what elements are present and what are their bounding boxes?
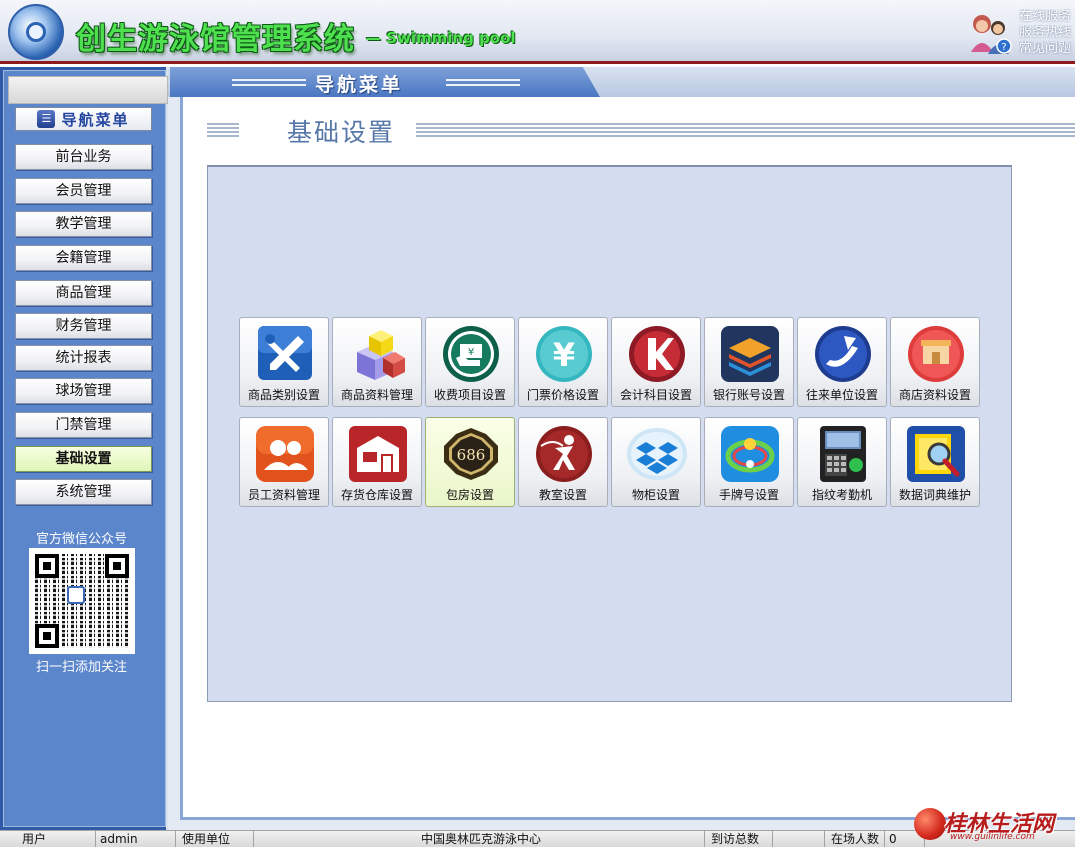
- tile-label: 商店资料设置: [898, 388, 971, 402]
- sidebar-item-courts[interactable]: 球场管理: [15, 378, 152, 404]
- watermark-logo-icon: [914, 808, 946, 840]
- service-hotline-link[interactable]: 服务热线: [1019, 25, 1075, 41]
- tile-accounting-subjects[interactable]: 会计科目设置: [611, 317, 701, 407]
- tile-label: 商品类别设置: [247, 388, 320, 402]
- watermark-url: www.guilinlife.com: [950, 832, 1035, 842]
- tile-staff-data[interactable]: 员工资料管理: [239, 417, 329, 507]
- app-title: 创生游泳馆管理系统: [76, 22, 355, 57]
- status-visits-label: 到访总数: [705, 831, 773, 847]
- tile-label: 数据词典维护: [898, 488, 971, 502]
- status-present-label: 在场人数: [825, 831, 885, 847]
- wristband-icon: [721, 426, 779, 482]
- sidebar-item-reports[interactable]: 统计报表: [15, 345, 152, 371]
- tile-label: 指纹考勤机: [811, 488, 872, 502]
- title-stripe-left: [207, 123, 239, 139]
- sidebar-item-teaching[interactable]: 教学管理: [15, 211, 152, 237]
- yen-icon: ¥: [536, 326, 592, 382]
- main-tabstrip: 导航菜单: [168, 67, 1075, 97]
- nav-menu-icon: ☰: [37, 110, 56, 128]
- tile-private-room[interactable]: 686 包房设置: [425, 417, 515, 507]
- boxes-icon: [357, 330, 405, 380]
- tile-label: 存货仓库设置: [340, 488, 413, 502]
- customer-service-icon: ?: [971, 15, 1012, 54]
- sidebar-item-access[interactable]: 门禁管理: [15, 412, 152, 438]
- nav-menu-header-label: 导航菜单: [61, 110, 130, 129]
- title-stripe-right: [416, 123, 1075, 139]
- status-user-label: 用户: [0, 831, 96, 847]
- tile-classroom[interactable]: 教室设置: [518, 417, 608, 507]
- layers-icon: [721, 326, 779, 382]
- main-tab-title: 导航菜单: [315, 74, 404, 96]
- tile-label: 员工资料管理: [247, 488, 320, 502]
- wechat-qr-code: [29, 548, 135, 654]
- room-686-icon: 686: [444, 428, 498, 480]
- faq-link[interactable]: 常见问题: [1019, 41, 1075, 57]
- wechat-title: 官方微信公众号: [35, 532, 127, 547]
- main-content: 基础设置 商品类别设置 商品资料管理 ¥ 收费项目设置 ¥ 门票价格设置 会计科…: [180, 97, 1075, 820]
- status-org-label: 使用单位: [176, 831, 254, 847]
- tile-partner-units[interactable]: 往来单位设置: [797, 317, 887, 407]
- service-links: 在线服务 服务热线 常见问题: [1019, 9, 1075, 57]
- main-frame: 导航菜单 基础设置 商品类别设置 商品资料管理 ¥ 收费项目设置 ¥ 门票价格设…: [168, 67, 1075, 830]
- svg-text:¥: ¥: [468, 347, 474, 358]
- tile-label: 门票价格设置: [526, 388, 599, 402]
- sidebar-topbar: [8, 76, 168, 104]
- tile-label: 手牌号设置: [718, 488, 779, 502]
- wechat-hint: 扫一扫添加关注: [35, 660, 127, 675]
- dictionary-search-icon: [907, 426, 965, 482]
- warehouse-icon: [349, 426, 407, 482]
- sidebar-item-front-desk[interactable]: 前台业务: [15, 144, 152, 170]
- tile-label: 往来单位设置: [805, 388, 878, 402]
- nav-menu-header[interactable]: ☰ 导航菜单: [15, 107, 152, 131]
- svg-text:686: 686: [457, 446, 486, 464]
- sidebar-item-products[interactable]: 商品管理: [15, 280, 152, 306]
- sidebar: ☰ 导航菜单 前台业务 会员管理 教学管理 会籍管理 商品管理 财务管理 统计报…: [0, 67, 168, 830]
- svg-text:?: ?: [1001, 42, 1006, 53]
- tile-product-category[interactable]: 商品类别设置: [239, 317, 329, 407]
- tile-label: 物柜设置: [631, 488, 680, 502]
- classroom-icon: [536, 426, 592, 482]
- svg-text:¥: ¥: [553, 336, 575, 374]
- tile-wristband[interactable]: 手牌号设置: [704, 417, 794, 507]
- tile-label: 包房设置: [445, 488, 494, 502]
- tile-ticket-price[interactable]: ¥ 门票价格设置: [518, 317, 608, 407]
- tile-shop-data[interactable]: 商店资料设置: [890, 317, 980, 407]
- sidebar-item-system[interactable]: 系统管理: [15, 479, 152, 505]
- status-org-value: 中国奥林匹克游泳中心: [254, 831, 705, 847]
- fingerprint-device-icon: [820, 426, 866, 482]
- app-subtitle: — Swimming pool: [366, 29, 516, 47]
- sidebar-item-members[interactable]: 会员管理: [15, 178, 152, 204]
- shop-icon: [908, 326, 964, 382]
- cash-hand-icon: ¥: [443, 326, 499, 382]
- tile-product-data[interactable]: 商品资料管理: [332, 317, 422, 407]
- dropbox-icon: [627, 428, 687, 480]
- tile-label: 商品资料管理: [340, 388, 413, 402]
- online-service-link[interactable]: 在线服务: [1019, 9, 1075, 25]
- users-icon: [256, 426, 314, 482]
- tile-warehouse[interactable]: 存货仓库设置: [332, 417, 422, 507]
- tile-label: 会计科目设置: [619, 388, 692, 402]
- sidebar-item-membership[interactable]: 会籍管理: [15, 245, 152, 271]
- tile-data-dictionary[interactable]: 数据词典维护: [890, 417, 980, 507]
- tile-bank-account[interactable]: 银行账号设置: [704, 317, 794, 407]
- wrench-screwdriver-icon: [258, 326, 312, 380]
- settings-panel: 商品类别设置 商品资料管理 ¥ 收费项目设置 ¥ 门票价格设置 会计科目设置 银…: [207, 165, 1012, 702]
- page-title: 基础设置: [287, 118, 396, 147]
- status-visits-value: [773, 831, 825, 847]
- status-user-value: admin: [96, 831, 176, 847]
- app-header: 创生游泳馆管理系统 — Swimming pool ? 在线服务 服务热线 常见…: [0, 0, 1075, 64]
- accounting-icon: [629, 326, 685, 382]
- tile-label: 收费项目设置: [433, 388, 506, 402]
- sidebar-item-basic-settings[interactable]: 基础设置: [15, 446, 152, 472]
- sidebar-item-finance[interactable]: 财务管理: [15, 313, 152, 339]
- tile-lockers[interactable]: 物柜设置: [611, 417, 701, 507]
- watermark: 桂林生活网 www.guilinlife.com: [908, 806, 1075, 846]
- tile-charge-items[interactable]: ¥ 收费项目设置: [425, 317, 515, 407]
- tile-label: 教室设置: [538, 488, 587, 502]
- tile-fingerprint[interactable]: 指纹考勤机: [797, 417, 887, 507]
- partner-logo-icon: [815, 326, 871, 382]
- app-logo-icon: [8, 4, 64, 60]
- main-tab[interactable]: 导航菜单: [170, 67, 600, 97]
- tile-label: 银行账号设置: [712, 388, 785, 402]
